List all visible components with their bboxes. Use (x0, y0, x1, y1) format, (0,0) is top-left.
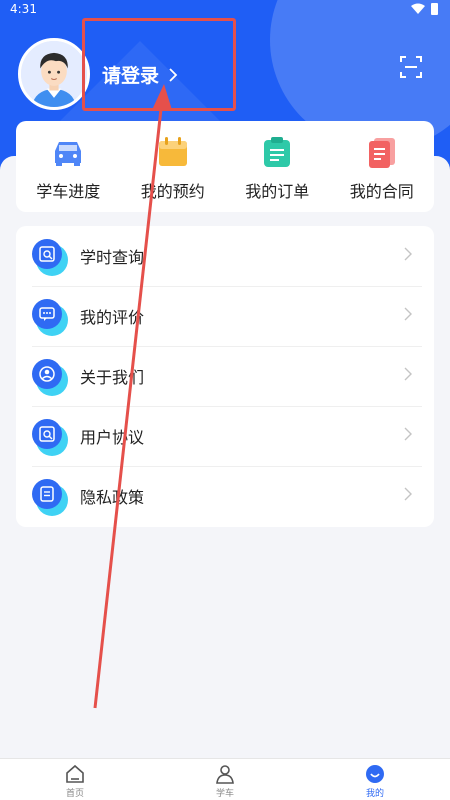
tab-home[interactable]: 首页 (0, 759, 150, 800)
quick-action-orders[interactable]: 我的订单 (225, 121, 330, 212)
document-icon (368, 138, 395, 168)
home-icon (66, 764, 84, 783)
tab-label: 我的 (365, 789, 384, 799)
quick-action-label: 我的预约 (140, 182, 205, 201)
agreement-icon (32, 419, 68, 456)
person-icon (32, 359, 68, 396)
quick-action-label: 我的订单 (245, 182, 310, 201)
quick-action-progress[interactable]: 学车进度 (16, 121, 121, 212)
menu-item-privacy[interactable]: 隐私政策 (16, 466, 434, 526)
hours-search-icon (32, 239, 68, 276)
menu-item-about[interactable]: 关于我们 (16, 346, 434, 406)
tab-bar: 首页 学车 我的 (0, 758, 450, 800)
scan-icon[interactable] (400, 56, 422, 78)
wifi-icon (411, 3, 425, 14)
car-icon (55, 142, 82, 166)
menu-item-label: 用户协议 (80, 428, 145, 447)
quick-action-label: 我的合同 (349, 182, 414, 201)
status-time: 4:31 (10, 2, 37, 16)
clipboard-icon (264, 137, 291, 167)
chevron-right-icon (404, 367, 412, 381)
menu-item-hours[interactable]: 学时查询 (16, 226, 434, 286)
menu-item-label: 关于我们 (80, 368, 145, 387)
calendar-icon (158, 137, 187, 166)
chevron-right-icon (404, 307, 412, 321)
annotation-highlight-box (82, 18, 236, 111)
quick-actions-card: 学车进度 我的预约 我的订单 我的合同 (16, 121, 434, 212)
comment-icon (32, 299, 68, 336)
menu-list: 学时查询 我的评价 关于我们 用户协议 隐私政策 (16, 226, 434, 527)
privacy-icon (32, 479, 68, 516)
quick-action-appointment[interactable]: 我的预约 (121, 121, 226, 212)
tab-label: 学车 (215, 789, 234, 799)
battery-icon (431, 3, 438, 15)
tab-label: 首页 (65, 789, 84, 799)
profile-icon (366, 765, 384, 783)
menu-item-label: 学时查询 (80, 248, 145, 267)
avatar[interactable] (18, 38, 90, 110)
tab-driving[interactable]: 学车 (150, 759, 300, 800)
chevron-right-icon (404, 247, 412, 261)
tab-mine[interactable]: 我的 (300, 759, 450, 800)
menu-item-reviews[interactable]: 我的评价 (16, 286, 434, 346)
chevron-right-icon (404, 427, 412, 441)
chevron-right-icon (404, 487, 412, 501)
quick-action-contract[interactable]: 我的合同 (330, 121, 435, 212)
menu-item-label: 隐私政策 (80, 488, 145, 507)
user-avatar-icon (21, 41, 87, 107)
driver-icon (216, 765, 234, 784)
quick-action-label: 学车进度 (36, 182, 101, 201)
menu-item-agreement[interactable]: 用户协议 (16, 406, 434, 466)
menu-item-label: 我的评价 (80, 308, 145, 327)
status-bar: 4:31 (0, 0, 450, 20)
